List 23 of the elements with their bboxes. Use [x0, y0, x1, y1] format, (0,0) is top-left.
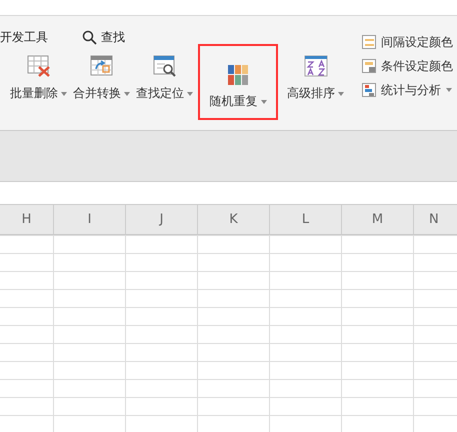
column-header[interactable]: J [160, 212, 164, 227]
ribbon-tool-button[interactable]: 随机重复 [198, 44, 278, 120]
highlight-table-icon [362, 59, 376, 73]
column-header[interactable]: I [88, 212, 92, 227]
side-tool-button[interactable]: 统计与分析 [362, 81, 453, 99]
ribbon-tab[interactable]: 开发工具 [0, 28, 48, 46]
column-header[interactable]: M [372, 212, 384, 227]
column-header[interactable]: N [429, 212, 439, 227]
table-delete-icon [26, 55, 50, 77]
sort-az-icon [304, 55, 328, 77]
search-button[interactable]: 查找 [82, 28, 125, 46]
table-convert-icon [90, 55, 114, 77]
bar-chart-icon [362, 83, 376, 97]
table-search-icon [152, 55, 176, 77]
side-tool-button[interactable]: 条件设定颜色 [362, 57, 453, 75]
color-blocks-icon [228, 65, 248, 85]
side-tool-button[interactable]: 间隔设定颜色 [362, 33, 453, 51]
column-header[interactable]: L [302, 212, 310, 227]
column-header[interactable]: K [229, 212, 238, 227]
search-icon [82, 30, 97, 44]
column-header[interactable]: H [22, 212, 32, 227]
striped-table-icon [362, 35, 376, 49]
ribbon-tool-button[interactable]: 高级排序 [282, 44, 349, 112]
